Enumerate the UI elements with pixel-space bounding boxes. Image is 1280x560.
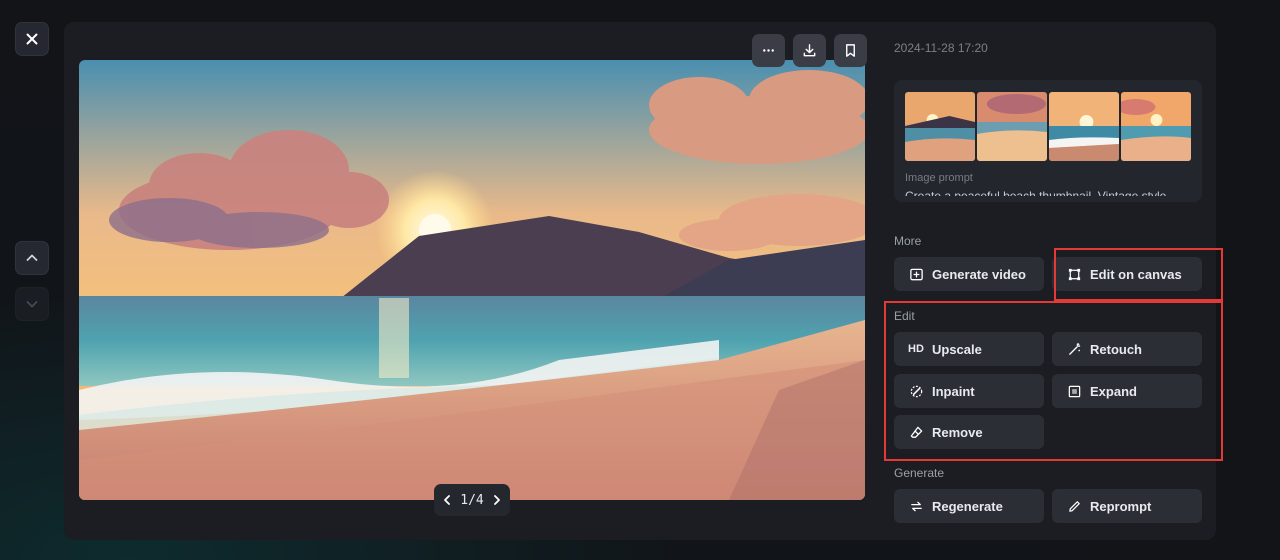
reprompt-button[interactable]: Reprompt [1052,489,1202,523]
upscale-label: Upscale [932,341,982,357]
eraser-icon [908,424,924,440]
download-button[interactable] [793,34,826,67]
pencil-icon [1066,498,1082,514]
canvas-icon [1066,266,1082,282]
thumbnail-2[interactable] [977,92,1047,161]
edit-section-label: Edit [894,309,915,323]
video-plus-icon [908,266,924,282]
chevron-left-icon [444,495,450,505]
expand-label: Expand [1090,383,1137,399]
thumbnail-1[interactable] [905,92,975,161]
pager-prev-button[interactable] [441,494,453,506]
image-toolbar [752,34,867,67]
previous-image-button[interactable] [15,241,49,275]
chevron-down-icon [26,301,38,308]
pager-next-button[interactable] [491,494,503,506]
remove-label: Remove [932,424,983,440]
details-panel: 2024-11-28 17:20 Image prompt Create a p… [884,22,1223,540]
generate-section-label: Generate [894,466,945,480]
chevron-up-icon [26,254,38,261]
reprompt-label: Reprompt [1090,498,1152,514]
inpaint-label: Inpaint [932,383,975,399]
thumbnail-3[interactable] [1049,92,1119,161]
upscale-button[interactable]: HD Upscale [894,332,1044,366]
next-image-button[interactable] [15,287,49,321]
hd-icon: HD [908,343,924,355]
thumbnail-4[interactable] [1121,92,1191,161]
created-timestamp: 2024-11-28 17:20 [894,41,988,55]
regenerate-label: Regenerate [932,498,1003,514]
refresh-icon [908,498,924,514]
bookmark-icon [846,44,855,57]
download-icon [803,44,816,57]
prompt-text: Create a peaceful beach thumbnail. Vinta… [905,189,1167,196]
remove-button[interactable]: Remove [894,415,1044,449]
edit-on-canvas-label: Edit on canvas [1090,266,1182,282]
expand-button[interactable]: Expand [1052,374,1202,408]
image-viewer-modal: 1/4 2024-11-28 17:20 Image prompt Create… [64,22,1223,540]
more-horizontal-icon [763,49,774,52]
thumbnail-strip [894,80,1202,161]
more-options-button[interactable] [752,34,785,67]
close-button[interactable] [15,22,49,56]
image-pager: 1/4 [434,484,510,516]
prompt-card: Image prompt Create a peaceful beach thu… [894,80,1202,202]
beach-sunset-image [79,60,865,500]
retouch-label: Retouch [1090,341,1142,357]
expand-icon [1066,383,1082,399]
prompt-label: Image prompt [905,172,973,184]
main-image[interactable] [79,60,865,500]
generate-video-label: Generate video [932,266,1026,282]
close-icon [26,33,38,45]
retouch-button[interactable]: Retouch [1052,332,1202,366]
pager-label: 1/4 [460,492,484,508]
brush-icon [908,383,924,399]
edit-on-canvas-button[interactable]: Edit on canvas [1052,257,1202,291]
generate-video-button[interactable]: Generate video [894,257,1044,291]
magic-wand-icon [1066,341,1082,357]
regenerate-button[interactable]: Regenerate [894,489,1044,523]
inpaint-button[interactable]: Inpaint [894,374,1044,408]
chevron-right-icon [494,495,500,505]
more-section-label: More [894,234,922,248]
bookmark-button[interactable] [834,34,867,67]
